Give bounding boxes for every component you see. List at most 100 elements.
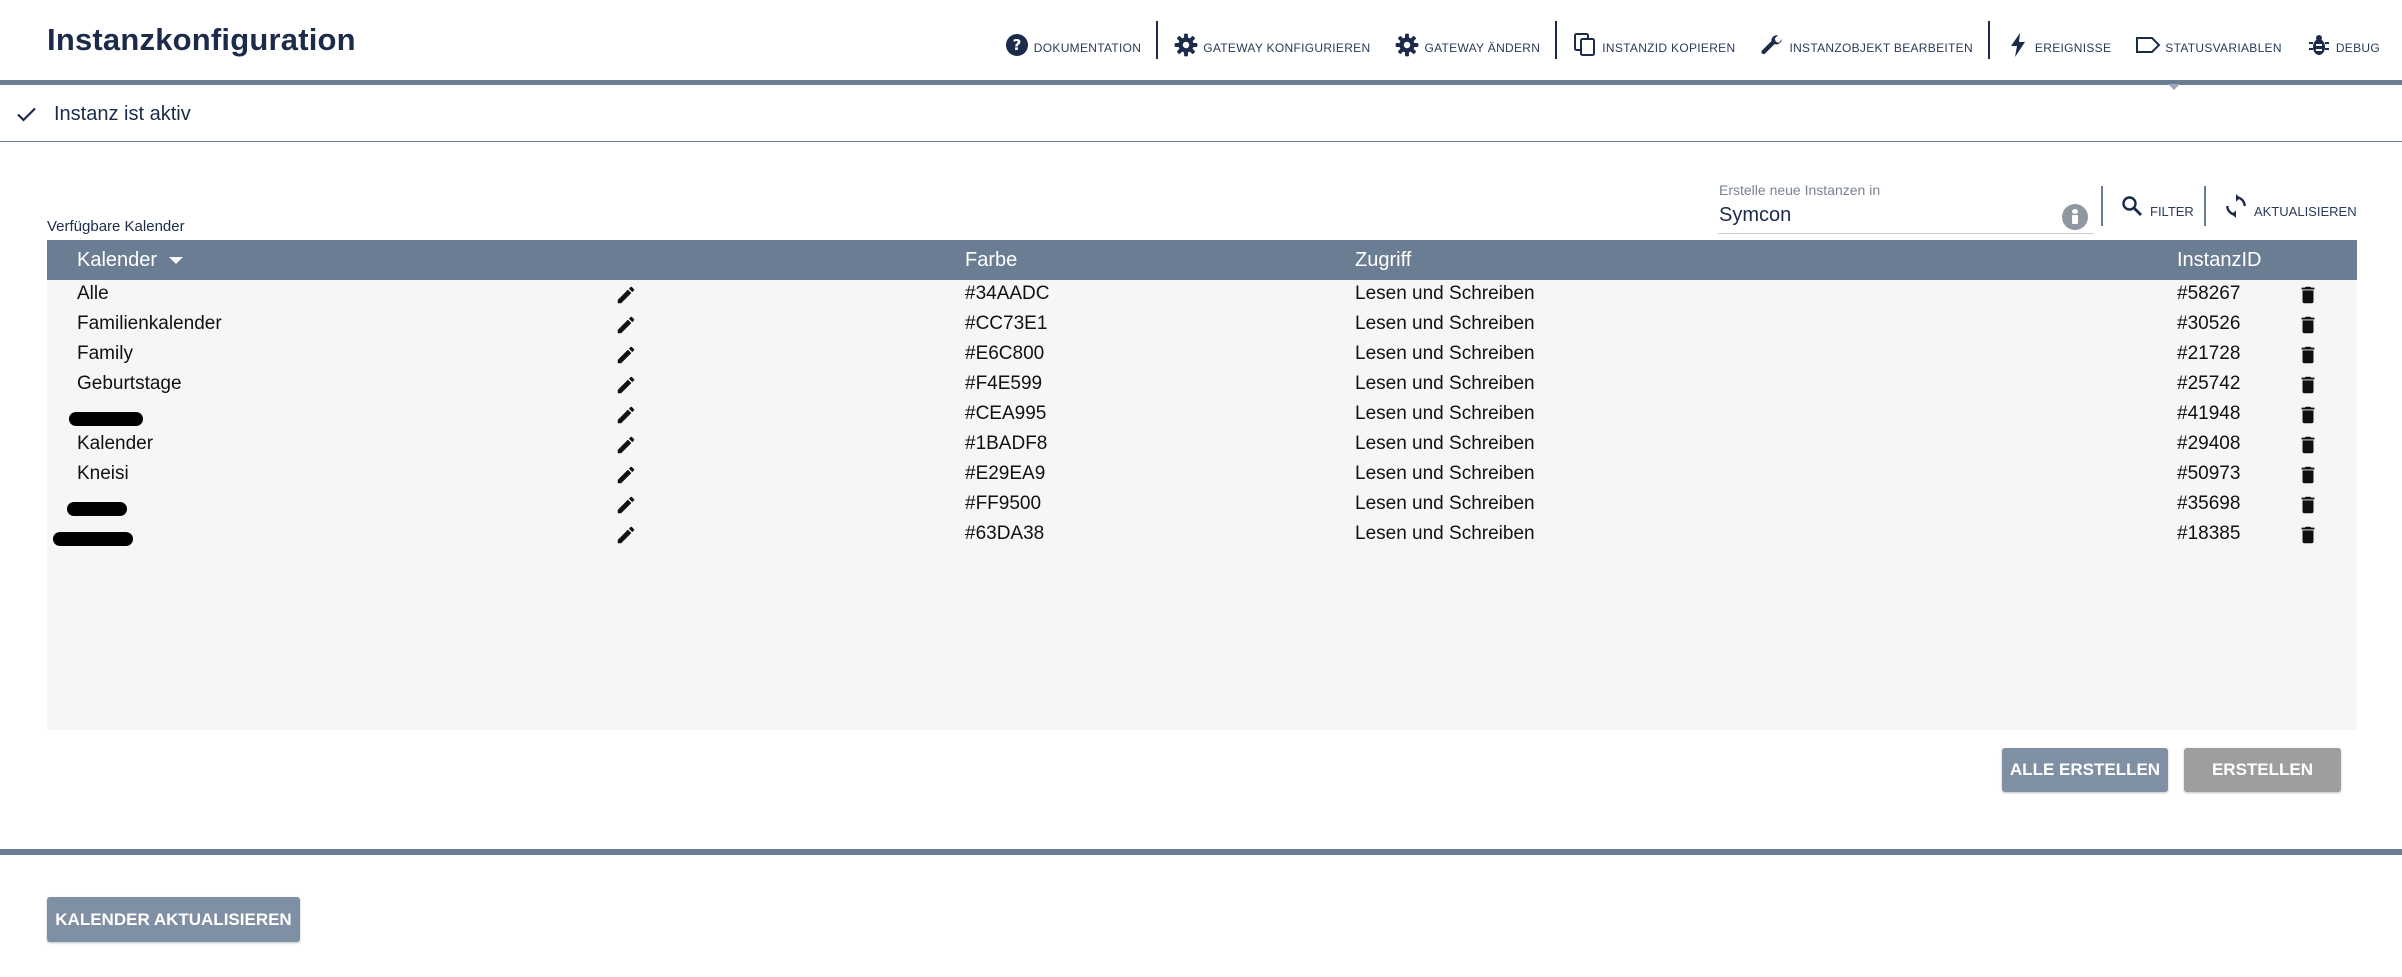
calendar-access: Lesen und Schreiben: [1355, 433, 1535, 454]
sort-desc-icon: [169, 257, 184, 265]
trash-icon[interactable]: [2297, 494, 2319, 516]
calendar-instance-id: #41948: [2177, 403, 2241, 424]
table-row[interactable]: #63DA38 Lesen und Schreiben #18385: [47, 520, 2357, 550]
calendar-access: Lesen und Schreiben: [1355, 493, 1535, 514]
calendar-access: Lesen und Schreiben: [1355, 343, 1535, 364]
table-header: Kalender Farbe Zugriff InstanzID: [47, 240, 2357, 280]
table-row[interactable]: Kalender #1BADF8 Lesen und Schreiben #29408: [47, 430, 2357, 460]
create-instances-in-field[interactable]: Erstelle neue Instanzen in Symcon: [1718, 178, 2094, 234]
instance-status-bar: Instanz ist aktiv: [0, 86, 2402, 142]
trash-icon[interactable]: [2297, 434, 2319, 456]
toolbar-instanzid-kopieren-label: InstanzID kopieren: [1602, 41, 1736, 55]
trash-icon[interactable]: [2297, 284, 2319, 306]
calendar-color: #E6C800: [965, 343, 1045, 364]
column-header-instanzid[interactable]: InstanzID: [2177, 249, 2261, 272]
table-row[interactable]: Geburtstage #F4E599 Lesen und Schreiben #25…: [47, 370, 2357, 400]
pencil-icon[interactable]: [615, 404, 637, 426]
calendar-access: Lesen und Schreiben: [1355, 523, 1535, 544]
calendar-color: #F4E599: [965, 373, 1043, 394]
trash-icon[interactable]: [2297, 524, 2319, 546]
table-row[interactable]: #FF9500 Lesen und Schreiben #35698: [47, 490, 2357, 520]
pencil-icon[interactable]: [615, 494, 637, 516]
create-button[interactable]: Erstellen: [2184, 748, 2341, 792]
calendar-instance-id: #21728: [2177, 343, 2241, 364]
info-icon[interactable]: [2062, 204, 2088, 230]
toolbar-instanzid-kopieren-button[interactable]: InstanzID kopieren: [1560, 22, 1747, 58]
column-header-farbe[interactable]: Farbe: [965, 249, 1017, 272]
toolbar-statusvariablen-label: Statusvariablen: [2165, 41, 2282, 55]
calendar-name: Geburtstage: [77, 373, 182, 394]
check-icon: [17, 107, 36, 122]
calendar-name: Alle: [77, 283, 109, 304]
pencil-icon[interactable]: [615, 374, 637, 396]
gear-icon: [1173, 32, 1199, 58]
calendar-access: Lesen und Schreiben: [1355, 463, 1535, 484]
toolbar-dokumentation-label: Dokumentation: [1033, 41, 1142, 55]
calendar-list-caption: Verfügbare Kalender: [47, 218, 185, 235]
toolbar-instanzobjekt-bearbeiten-button[interactable]: Instanzobjekt bearbeiten: [1747, 22, 1984, 58]
table-row[interactable]: Kneisi #E29EA9 Lesen und Schreiben #50973: [47, 460, 2357, 490]
pencil-icon[interactable]: [615, 284, 637, 306]
table-row[interactable]: Alle #34AADC Lesen und Schreiben #58267: [47, 280, 2357, 310]
calendar-access: Lesen und Schreiben: [1355, 283, 1535, 304]
lightning-icon: [2005, 32, 2031, 58]
pencil-icon[interactable]: [615, 464, 637, 486]
refresh-calendars-button[interactable]: Kalender aktualisieren: [47, 897, 300, 942]
pencil-icon[interactable]: [615, 434, 637, 456]
pencil-icon[interactable]: [615, 314, 637, 336]
trash-icon[interactable]: [2297, 344, 2319, 366]
create-all-button[interactable]: Alle erstellen: [2002, 748, 2168, 792]
trash-icon[interactable]: [2297, 314, 2319, 336]
instance-status-text: Instanz ist aktiv: [54, 103, 191, 125]
create-instances-in-value: Symcon: [1719, 204, 1792, 226]
pencil-icon[interactable]: [615, 524, 637, 546]
page-title: Instanzkonfiguration: [47, 22, 356, 57]
trash-icon[interactable]: [2297, 404, 2319, 426]
instance-toolbar: ? Dokumentation Gateway konfigurieren Gatew…: [992, 21, 2392, 59]
create-instances-in-caption: Erstelle neue Instanzen in: [1719, 182, 1881, 198]
toolbar-divider: [2101, 186, 2103, 226]
toolbar-ereignisse-button[interactable]: Ereignisse: [1993, 22, 2123, 58]
calendar-color: #E29EA9: [965, 463, 1046, 484]
trash-icon[interactable]: [2297, 464, 2319, 486]
toolbar-gateway-konfigurieren-button[interactable]: Gateway konfigurieren: [1161, 22, 1382, 58]
refresh-list-button[interactable]: Aktualisieren: [2222, 186, 2357, 226]
toolbar-debug-button[interactable]: Debug: [2294, 22, 2392, 58]
calendar-instance-id: #30526: [2177, 313, 2241, 334]
toolbar-separator: [1156, 21, 1159, 59]
calendar-name: Familienkalender: [77, 313, 222, 334]
toolbar-separator: [1987, 21, 1990, 59]
calendar-access: Lesen und Schreiben: [1355, 313, 1535, 334]
toolbar-gateway-aendern-button[interactable]: Gateway ändern: [1382, 22, 1552, 58]
table-row[interactable]: Familienkalender #CC73E1 Lesen und Schreib…: [47, 310, 2357, 340]
column-header-kalender-label: Kalender: [77, 249, 158, 271]
table-row[interactable]: Family #E6C800 Lesen und Schreiben #21728: [47, 340, 2357, 370]
toolbar-gateway-aendern-label: Gateway ändern: [1424, 41, 1541, 55]
toolbar-statusvariablen-button[interactable]: Statusvariablen: [2123, 22, 2294, 58]
calendar-name: Kneisi: [77, 463, 129, 484]
filter-label: Filter: [2150, 203, 2194, 219]
pencil-icon[interactable]: [615, 344, 637, 366]
copy-icon: [1572, 32, 1598, 58]
filter-button[interactable]: Filter: [2118, 186, 2194, 226]
table-body: Alle #34AADC Lesen und Schreiben #58267 Fami…: [47, 280, 2357, 550]
toolbar-dokumentation-button[interactable]: ? Dokumentation: [992, 22, 1153, 58]
calendar-name: Kalender: [77, 433, 154, 454]
trash-icon[interactable]: [2297, 374, 2319, 396]
redaction-mark: [69, 412, 143, 426]
calendar-access: Lesen und Schreiben: [1355, 403, 1535, 424]
column-header-kalender[interactable]: Kalender: [77, 249, 184, 272]
toolbar-ereignisse-label: Ereignisse: [2034, 41, 2112, 55]
tag-icon: [2135, 32, 2161, 58]
toolbar-debug-label: Debug: [2335, 41, 2380, 55]
svg-text:?: ?: [1012, 36, 1021, 54]
calendar-access: Lesen und Schreiben: [1355, 373, 1535, 394]
page-header: Instanzkonfiguration ? Dokumentation Gatew…: [0, 0, 2402, 80]
section-divider: [0, 849, 2402, 855]
table-row[interactable]: #CEA995 Lesen und Schreiben #41948: [47, 400, 2357, 430]
toolbar-divider: [2204, 186, 2206, 226]
column-header-zugriff[interactable]: Zugriff: [1355, 249, 1411, 272]
refresh-list-label: Aktualisieren: [2254, 203, 2357, 219]
search-icon: [2118, 192, 2146, 220]
toolbar-gateway-konfigurieren-label: Gateway konfigurieren: [1203, 41, 1371, 55]
